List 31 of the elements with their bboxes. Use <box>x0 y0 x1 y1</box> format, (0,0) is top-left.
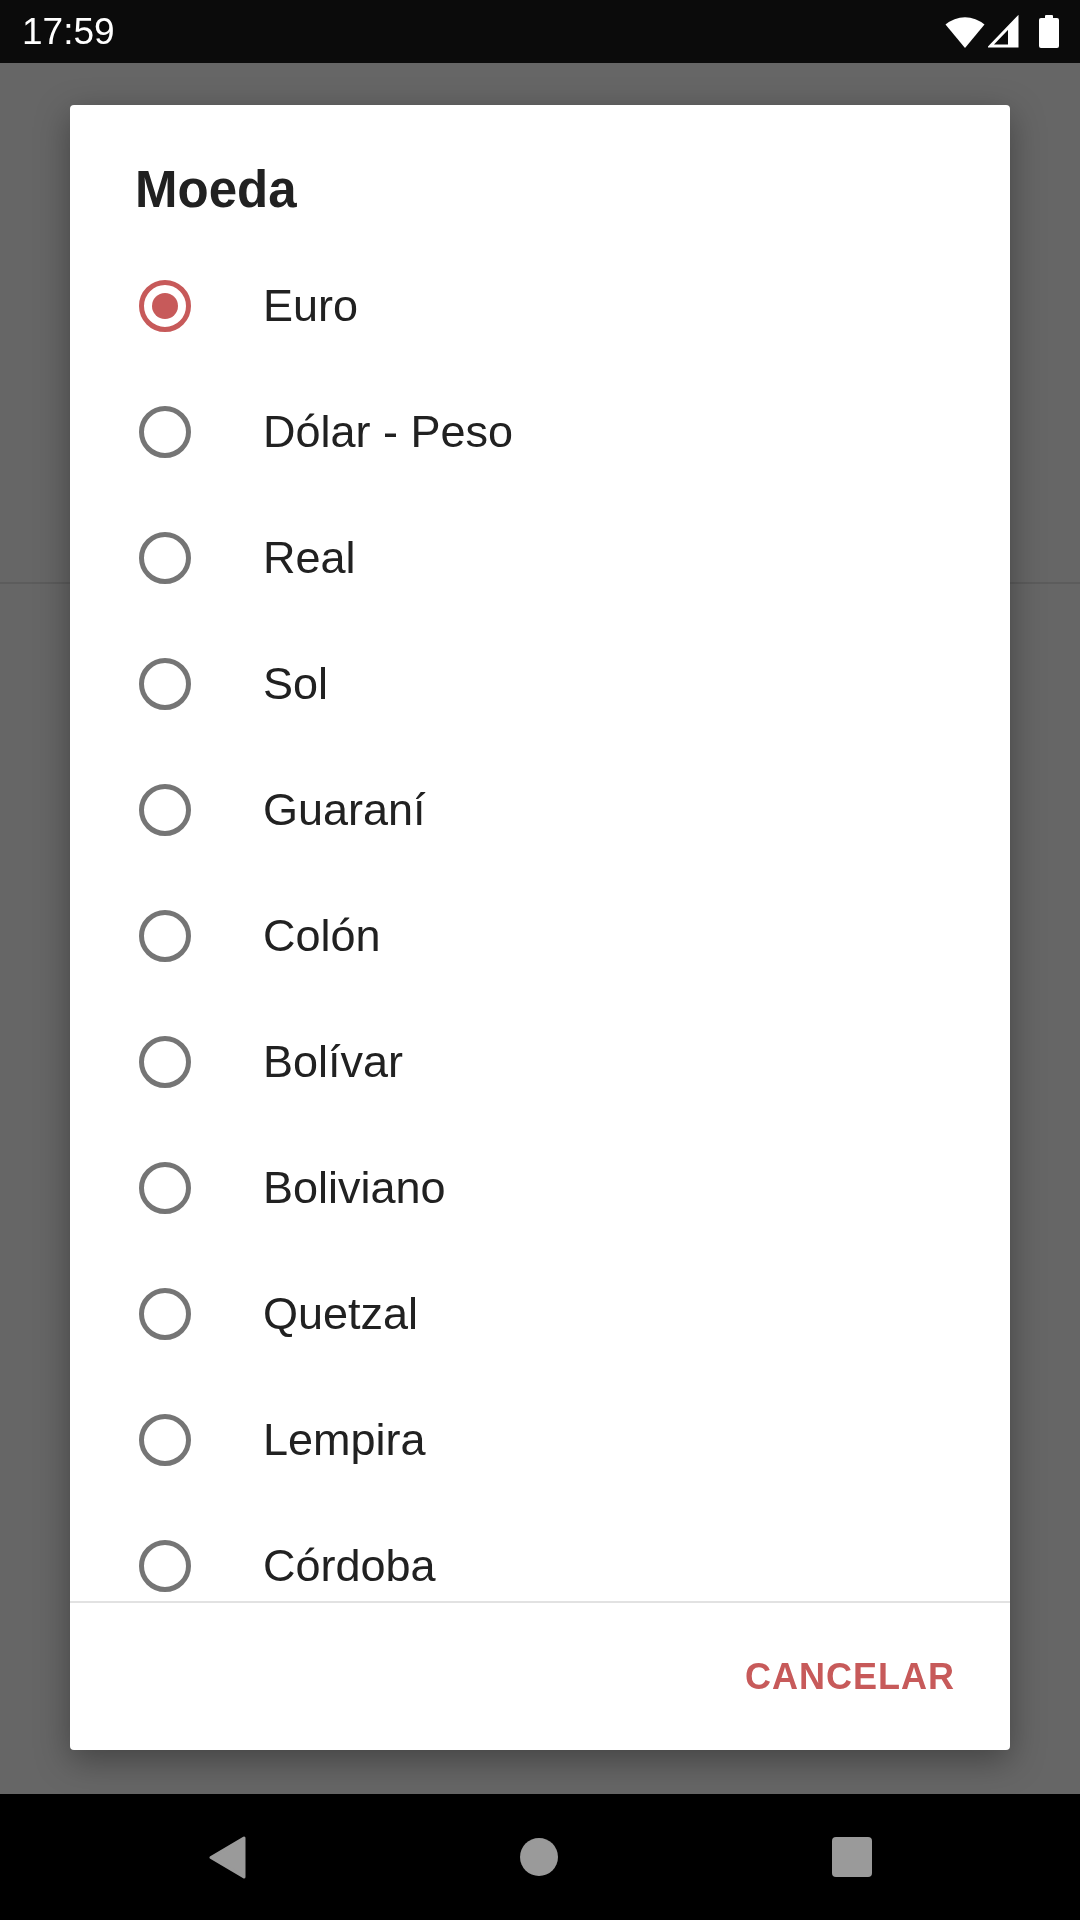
radio-button[interactable] <box>139 1540 191 1592</box>
wifi-icon <box>945 14 985 49</box>
option-label[interactable]: Lempira <box>263 1413 426 1467</box>
home-circle-icon[interactable] <box>519 1838 558 1876</box>
signal-icon <box>988 15 1019 48</box>
battery-icon <box>1039 15 1059 48</box>
option-label[interactable]: Dólar - Peso <box>263 405 514 459</box>
radio-button[interactable] <box>139 910 191 962</box>
radio-button[interactable] <box>139 1162 191 1214</box>
option-label[interactable]: Real <box>263 531 356 585</box>
option-label[interactable]: Quetzal <box>263 1287 419 1341</box>
radio-button[interactable] <box>139 1288 191 1340</box>
status-time: 17:59 <box>22 9 115 54</box>
radio-button[interactable] <box>139 1414 191 1466</box>
radio-button[interactable] <box>139 658 191 710</box>
radio-button[interactable] <box>139 1036 191 1088</box>
option-label[interactable]: Sol <box>263 657 329 711</box>
radio-button[interactable] <box>139 280 191 332</box>
radio-button[interactable] <box>139 406 191 458</box>
back-triangle-icon[interactable] <box>208 1835 246 1879</box>
option-label[interactable]: Córdoba <box>263 1539 436 1593</box>
radio-button[interactable] <box>139 532 191 584</box>
option-label[interactable]: Bolívar <box>263 1035 404 1089</box>
radio-button[interactable] <box>139 784 191 836</box>
option-label[interactable]: Euro <box>263 279 359 333</box>
option-label[interactable]: Colón <box>263 909 381 963</box>
option-label[interactable]: Guaraní <box>263 783 426 837</box>
recents-square-icon[interactable] <box>831 1837 872 1877</box>
cancel-button[interactable]: CANCELAR <box>724 1630 976 1724</box>
option-label[interactable]: Boliviano <box>263 1161 446 1215</box>
dialog-title: Moeda <box>134 160 298 220</box>
